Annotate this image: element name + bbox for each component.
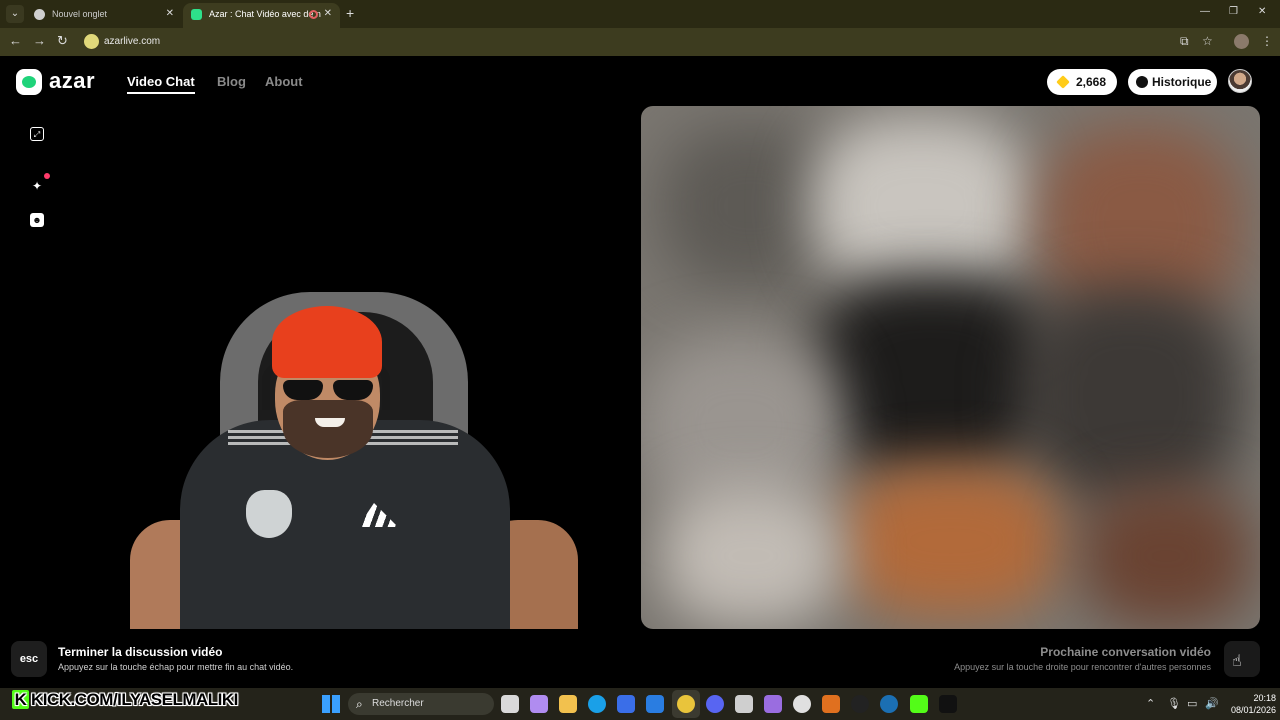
- copilot-icon[interactable]: [530, 695, 548, 713]
- site-info-icon[interactable]: [84, 34, 99, 49]
- minimize-button[interactable]: —: [1200, 6, 1210, 17]
- chrome-icon: [34, 9, 45, 20]
- window-close-button[interactable]: ✕: [1258, 6, 1266, 17]
- search-icon: ⌕: [356, 697, 363, 711]
- game-controller-icon[interactable]: [764, 695, 782, 713]
- expand-icon[interactable]: ⤢: [30, 127, 44, 141]
- history-label: Historique: [1152, 75, 1212, 89]
- face-filter-icon[interactable]: ☻: [30, 213, 44, 227]
- active-nav-underline: [127, 92, 195, 94]
- user-avatar[interactable]: [1228, 69, 1252, 93]
- recording-icon: [309, 10, 318, 19]
- app-black-icon[interactable]: [939, 695, 957, 713]
- clock-icon: [1136, 76, 1148, 88]
- photos-icon[interactable]: [735, 695, 753, 713]
- next-key-button[interactable]: [1224, 641, 1260, 677]
- next-chat-title[interactable]: Prochaine conversation vidéo: [1040, 645, 1211, 659]
- notification-dot: [44, 173, 50, 179]
- sparkle-effects-icon[interactable]: ✦: [30, 179, 44, 193]
- discord-icon[interactable]: [706, 695, 724, 713]
- volume-icon[interactable]: 🔊: [1205, 697, 1219, 710]
- remote-video-panel: [641, 106, 1260, 629]
- restore-button[interactable]: ❐: [1229, 6, 1238, 17]
- end-chat-title[interactable]: Terminer la discussion vidéo: [58, 645, 223, 659]
- kick-url-text: KICK.COM/ILYASELMALIKI: [31, 690, 238, 709]
- tab-title: Azar : Chat Vidéo avec de n: [209, 9, 321, 19]
- browser-tab-strip: ⌄ Nouvel onglet ✕ Azar : Chat Vidéo avec…: [0, 0, 1280, 28]
- gem-icon: [1056, 75, 1070, 89]
- sunglasses: [283, 380, 373, 402]
- esc-key-button[interactable]: esc: [11, 641, 47, 677]
- gems-count: 2,668: [1076, 75, 1107, 89]
- obs-icon[interactable]: [793, 695, 811, 713]
- history-button[interactable]: Historique: [1128, 69, 1217, 95]
- browser-tab-azar[interactable]: Azar : Chat Vidéo avec de n ✕: [183, 3, 340, 28]
- chrome-icon[interactable]: [677, 695, 695, 713]
- tab-title: Nouvel onglet: [52, 9, 108, 19]
- tab-search-button[interactable]: ⌄: [6, 5, 24, 23]
- bookmark-star-icon[interactable]: ☆: [1202, 34, 1213, 48]
- edge-icon[interactable]: [588, 695, 606, 713]
- browser-menu-icon[interactable]: ⋮: [1261, 34, 1273, 48]
- forward-icon[interactable]: →: [33, 33, 46, 48]
- network-icon[interactable]: ▭: [1187, 697, 1197, 710]
- azar-logo-text[interactable]: azar: [49, 68, 95, 94]
- taskbar-time[interactable]: 20:18: [1240, 693, 1276, 703]
- outlook-icon[interactable]: [646, 695, 664, 713]
- nav-blog[interactable]: Blog: [217, 74, 246, 89]
- browser-tab-new-tab[interactable]: Nouvel onglet ✕: [26, 3, 182, 28]
- close-icon[interactable]: ✕: [166, 3, 174, 25]
- store-icon[interactable]: [617, 695, 635, 713]
- search-placeholder: Rechercher: [372, 698, 424, 709]
- bottom-action-bar: esc Terminer la discussion vidéo Appuyez…: [0, 629, 1280, 688]
- azar-favicon-icon: [191, 9, 202, 20]
- hand-cursor-icon: ☝: [1232, 653, 1242, 670]
- close-icon[interactable]: ✕: [324, 3, 332, 25]
- app-a-icon[interactable]: [822, 695, 840, 713]
- azar-logo-icon[interactable]: [16, 69, 42, 95]
- kick-logo-icon: K: [12, 690, 29, 709]
- microphone-icon[interactable]: 🎙: [1167, 697, 1181, 710]
- next-chat-subtitle: Appuyez sur la touche droite pour rencon…: [954, 662, 1211, 672]
- site-header: azar Video Chat Blog About 2,668 Histori…: [0, 56, 1280, 106]
- app-dark-icon[interactable]: [851, 695, 869, 713]
- new-tab-button[interactable]: +: [346, 5, 354, 21]
- task-view-icon[interactable]: [501, 695, 519, 713]
- taskbar-date[interactable]: 08/01/2026: [1224, 705, 1276, 715]
- install-app-icon[interactable]: ⧉: [1180, 34, 1189, 49]
- windows-start-icon[interactable]: [322, 695, 340, 713]
- browser-toolbar: ← → ↻ azarlive.com ⧉ ☆ ⋮: [0, 28, 1280, 56]
- reload-icon[interactable]: ↻: [57, 33, 68, 49]
- taskbar-search[interactable]: ⌕ Rechercher: [348, 693, 494, 715]
- kick-app-icon[interactable]: [910, 695, 928, 713]
- kick-stream-overlay: K KICK.COM/ILYASELMALIKI: [12, 690, 238, 714]
- gems-button[interactable]: 2,668: [1047, 69, 1117, 95]
- steam-icon[interactable]: [880, 695, 898, 713]
- chevron-up-icon[interactable]: ⌃: [1146, 697, 1155, 710]
- shirt-logo: [246, 490, 292, 538]
- end-chat-subtitle: Appuyez sur la touche échap pour mettre …: [58, 662, 294, 672]
- browser-profile-avatar[interactable]: [1234, 34, 1249, 49]
- back-icon[interactable]: ←: [9, 33, 22, 48]
- nav-about[interactable]: About: [265, 74, 303, 89]
- nav-video-chat[interactable]: Video Chat: [127, 74, 195, 89]
- address-bar[interactable]: azarlive.com: [104, 36, 160, 47]
- file-explorer-icon[interactable]: [559, 695, 577, 713]
- red-beanie: [272, 306, 382, 378]
